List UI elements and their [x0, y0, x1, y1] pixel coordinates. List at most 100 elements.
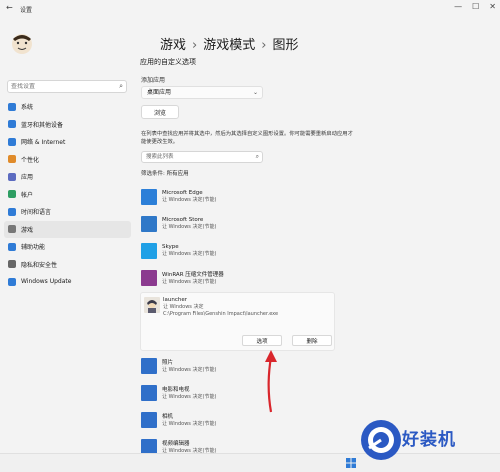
sidebar-item-label: 系统	[21, 104, 34, 112]
sidebar-item-label: 时间和语言	[21, 209, 52, 217]
store-icon	[141, 215, 157, 232]
app-text: WinRAR 压缩文件管理器让 Windows 决定(节能)	[162, 270, 224, 285]
window-controls: — ☐ ✕	[454, 2, 496, 11]
sidebar-item[interactable]: 应用	[0, 168, 135, 186]
filter-label: 筛选条件:	[141, 171, 165, 177]
filter-dropdown[interactable]: 所有应用	[167, 171, 189, 177]
brush-icon	[8, 155, 16, 164]
minimize-icon[interactable]: —	[454, 2, 462, 11]
add-app-label: 添加应用	[141, 77, 166, 84]
expanded-app-gpu-pref: 让 Windows 决定	[163, 304, 204, 310]
app-name: 电影和电视	[162, 387, 190, 393]
breadcrumb-separator: ›	[192, 38, 198, 53]
expanded-app-path: C:\Program Files\Genshin Impact\launcher…	[163, 311, 279, 317]
app-text: 相机让 Windows 决定(节能)	[162, 412, 216, 427]
breadcrumb-item-game-mode[interactable]: 游戏模式	[203, 38, 255, 53]
sidebar-item[interactable]: 隐私和安全性	[0, 256, 135, 274]
app-gpu-preference: 让 Windows 决定(节能)	[162, 394, 217, 400]
sidebar-item-label: 辅助功能	[21, 244, 46, 252]
sidebar-item[interactable]: 时间和语言	[0, 203, 135, 221]
options-button[interactable]: 选项	[242, 335, 282, 346]
winrar-icon	[141, 269, 157, 286]
accessibility-icon	[8, 242, 16, 251]
app-gpu-preference: 让 Windows 决定(节能)	[162, 367, 217, 373]
app-list-item[interactable]: 照片让 Windows 决定(节能)	[140, 352, 335, 379]
app-list-item[interactable]: 电影和电视让 Windows 决定(节能)	[140, 379, 335, 406]
app-gpu-preference: 让 Windows 决定(节能)	[162, 421, 217, 427]
bluetooth-icon	[8, 120, 16, 129]
app-gpu-preference: 让 Windows 决定(节能)	[162, 279, 217, 285]
list-search-input[interactable]: 搜索此列表 ⌕	[141, 151, 263, 163]
chevron-down-icon: ⌄	[252, 89, 258, 96]
expanded-app-item[interactable]: launcher 让 Windows 决定 C:\Program Files\G…	[140, 292, 335, 351]
avatar[interactable]	[8, 30, 36, 58]
back-arrow-icon[interactable]: ←	[6, 3, 13, 12]
breadcrumb-separator: ›	[261, 38, 267, 53]
app-text: Microsoft Edge 让 Windows 决定(节能)	[162, 190, 216, 203]
breadcrumb-item-game[interactable]: 游戏	[160, 38, 186, 53]
app-name: WinRAR 压缩文件管理器	[162, 272, 224, 278]
sidebar-item-label: 个性化	[21, 156, 40, 164]
sidebar-item[interactable]: 网络 & Internet	[0, 133, 135, 151]
delete-button[interactable]: 删除	[292, 335, 332, 346]
main-content: 游戏 › 游戏模式 › 图形 应用的自定义选项 添加应用 桌面应用 ⌄ 浏览 在列表中查…	[140, 18, 500, 471]
app-gpu-preference: 让 Windows 决定(节能)	[162, 197, 217, 203]
list-search-placeholder: 搜索此列表	[146, 154, 174, 160]
edge-icon	[141, 188, 157, 205]
app-type-value: 桌面应用	[147, 89, 172, 96]
system-icon	[8, 102, 16, 111]
watermark: 好装机	[357, 415, 500, 471]
title-bar: ← 设置 — ☐ ✕	[0, 0, 500, 18]
maximize-icon[interactable]: ☐	[472, 2, 479, 11]
watermark-logo-icon	[361, 420, 401, 460]
app-text: 视频编辑器让 Windows 决定(节能)	[162, 439, 216, 454]
app-text: 电影和电视让 Windows 决定(节能)	[162, 385, 216, 400]
sidebar-item[interactable]: 蓝牙和其他设备	[0, 116, 135, 134]
clock-icon	[8, 207, 16, 216]
app-gpu-preference: 让 Windows 决定(节能)	[162, 224, 217, 230]
expanded-app-text: launcher 让 Windows 决定 C:\Program Files\G…	[163, 297, 278, 317]
app-list-item[interactable]: 相机让 Windows 决定(节能)	[140, 406, 335, 433]
app-name: 照片	[162, 360, 174, 366]
sidebar-item[interactable]: 帐户	[0, 186, 135, 204]
app-name: 视频编辑器	[162, 441, 190, 447]
breadcrumb-current: 图形	[272, 38, 299, 53]
sidebar-item-label: 应用	[21, 174, 34, 182]
account-icon	[8, 190, 16, 199]
description-text: 在列表中查找应用并将其选中，然后为其选择自定义图形设置。你可能需要重新启动应用才…	[141, 131, 353, 145]
search-icon[interactable]: ⌕	[256, 152, 259, 162]
sidebar: ⌕ 系统蓝牙和其他设备网络 & Internet 个性化应用帐户时间和语言游戏辅助…	[0, 18, 135, 471]
windows-start-icon[interactable]	[346, 458, 356, 468]
sidebar-nav: 系统蓝牙和其他设备 网络 & Internet 个性化应用帐户时间和语言游戏辅助功能…	[0, 98, 135, 291]
sidebar-item[interactable]: Windows Update	[0, 273, 135, 291]
app-list-item[interactable]: Skype 让 Windows 决定(节能)	[140, 237, 335, 264]
camera-icon	[141, 411, 157, 428]
app-list-item[interactable]: Microsoft Edge 让 Windows 决定(节能)	[140, 183, 335, 210]
close-icon[interactable]: ✕	[489, 2, 496, 11]
settings-search-input[interactable]	[11, 83, 111, 90]
app-text: 照片让 Windows 决定(节能)	[162, 358, 216, 373]
sidebar-item[interactable]: 游戏	[4, 220, 131, 238]
sidebar-item-label: 帐户	[21, 191, 34, 199]
app-list-item[interactable]: WinRAR 压缩文件管理器让 Windows 决定(节能)	[140, 264, 335, 291]
game-icon	[8, 225, 16, 234]
app-list-item[interactable]: Microsoft Store 让 Windows 决定(节能)	[140, 210, 335, 237]
sidebar-item[interactable]: 系统	[0, 98, 135, 116]
sidebar-item[interactable]: 个性化	[0, 151, 135, 169]
browse-button[interactable]: 浏览	[141, 105, 179, 119]
network-icon	[8, 137, 16, 146]
photos-icon	[141, 357, 157, 374]
app-type-dropdown[interactable]: 桌面应用 ⌄	[141, 86, 263, 99]
sidebar-item-label: Windows Update	[21, 278, 72, 286]
shield-icon	[8, 260, 16, 269]
breadcrumb: 游戏 › 游戏模式 › 图形	[160, 34, 298, 53]
sidebar-item[interactable]: 辅助功能	[0, 238, 135, 256]
app-gpu-preference: 让 Windows 决定(节能)	[162, 251, 217, 257]
search-icon[interactable]: ⌕	[119, 82, 123, 91]
app-list: Microsoft Edge 让 Windows 决定(节能) Microsoft …	[140, 183, 335, 460]
settings-search[interactable]: ⌕	[7, 80, 127, 93]
skype-icon	[141, 242, 157, 259]
app-name: 相机	[162, 414, 174, 420]
launcher-icon	[144, 297, 160, 313]
sidebar-item-label: 隐私和安全性	[21, 261, 58, 269]
